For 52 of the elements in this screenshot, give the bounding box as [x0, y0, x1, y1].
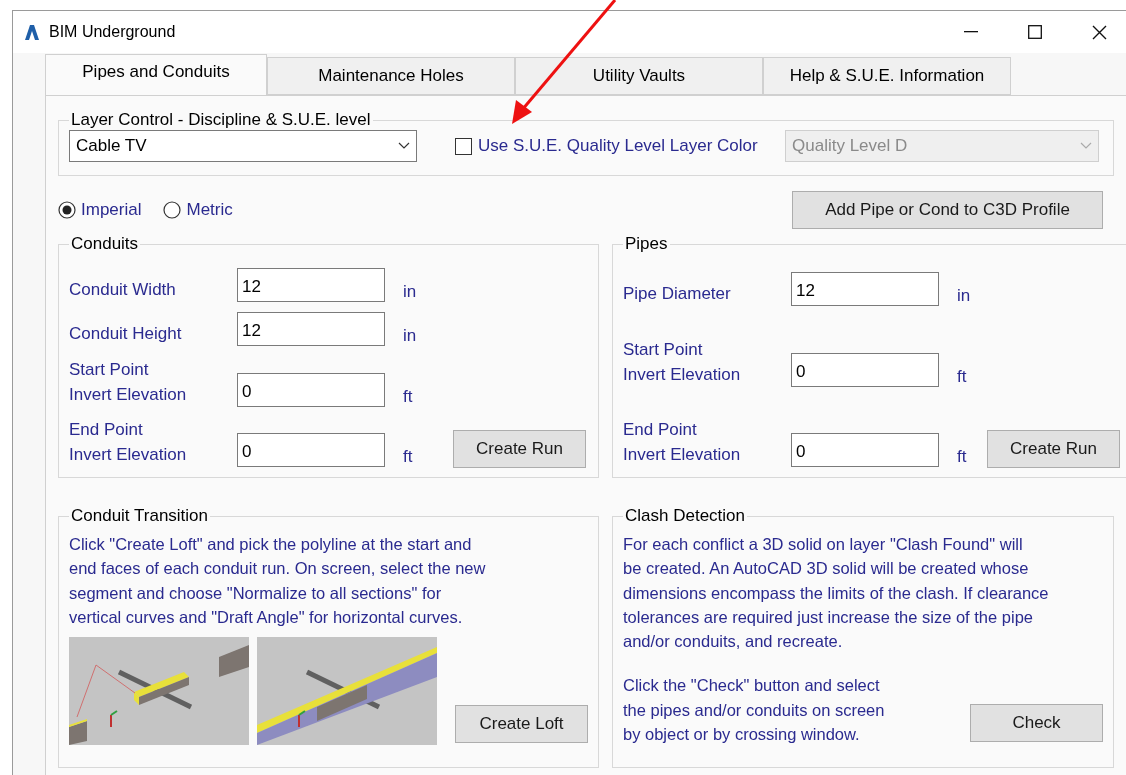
create-run-button[interactable]: Create Run	[987, 430, 1120, 468]
minimize-icon	[964, 31, 978, 33]
field-label: Start Point Invert Elevation	[623, 338, 742, 386]
radio-icon	[163, 201, 182, 219]
input-field[interactable]: 0	[791, 433, 939, 467]
checkbox[interactable]	[455, 137, 472, 155]
description-text: For each conflict a 3D solid on layer "Clash Found" will be created. An AutoCAD 3D solid will be created whose dimensions encompass the limits of the clash. If clearance tolerances are required just increase the size of the pipe and/or conduits, and recreate.	[623, 534, 1050, 653]
group-title: Layer Control - Discipline & S.U.E. level	[70, 110, 372, 130]
field-label: Start Point Invert Elevation	[69, 358, 188, 406]
close-icon	[1091, 24, 1107, 40]
instructions-text: Click "Create Loft" and pick the polyline at the start and end faces of each conduit run. On screen, select the new segment and choose "Normalize to all sections" for vertical curves and "Draft Angle" for horizontal curves.	[69, 534, 487, 628]
field-label: Conduit Height	[69, 323, 183, 346]
tab[interactable]: Help & S.U.E. Information	[763, 57, 1011, 95]
unit-label: in	[957, 286, 972, 306]
field-label: Conduit Width	[69, 279, 177, 301]
tab[interactable]: Maintenance Holes	[267, 57, 515, 95]
input-field[interactable]: 0	[237, 433, 385, 467]
radio-option[interactable]: Imperial	[58, 200, 142, 220]
window-title: BIM Underground	[49, 23, 177, 41]
group-title: Pipes	[624, 234, 669, 254]
check-button[interactable]: Check	[970, 704, 1103, 743]
unit-label: in	[403, 326, 418, 347]
chevron-down-icon	[1080, 142, 1092, 150]
checkbox-label: Use S.U.E. Quality Level Layer Color	[478, 136, 758, 156]
field-label: End Point Invert Elevation	[69, 419, 188, 466]
input-field[interactable]: 0	[237, 372, 385, 407]
group-title: Conduits	[70, 234, 140, 254]
field-label: Pipe Diameter	[623, 283, 732, 305]
unit-label: ft	[957, 447, 968, 467]
tab[interactable]: Pipes and Conduits	[45, 54, 267, 96]
instructions-text: Click the "Check" button and select the pipes and/or conduits on screen by object or by crossing window.	[623, 675, 885, 746]
chevron-down-icon	[398, 142, 410, 150]
unit-label: ft	[957, 366, 968, 387]
input-field[interactable]: 12	[237, 312, 385, 347]
unit-label: ft	[403, 386, 414, 407]
discipline-dropdown[interactable]: Cable TV	[69, 130, 417, 162]
input-field[interactable]: 12	[237, 268, 385, 302]
input-field[interactable]: 12	[791, 272, 939, 306]
unit-label: ft	[403, 447, 414, 467]
unit-label: in	[403, 282, 418, 302]
group-title: Clash Detection	[624, 506, 746, 526]
create-run-button[interactable]: Create Run	[453, 430, 586, 468]
add-profile-button[interactable]: Add Pipe or Cond to C3D Profile	[792, 191, 1103, 229]
tab[interactable]: Utility Vaults	[515, 57, 763, 95]
input-field[interactable]: 0	[791, 352, 939, 387]
create-loft-button[interactable]: Create Loft	[455, 705, 588, 744]
radio-icon	[58, 201, 76, 219]
app-logo-icon	[25, 24, 39, 40]
group-title: Conduit Transition	[70, 506, 210, 526]
maximize-icon	[1028, 25, 1042, 39]
field-label: End Point Invert Elevation	[623, 419, 742, 466]
radio-option[interactable]: Metric	[163, 200, 233, 220]
